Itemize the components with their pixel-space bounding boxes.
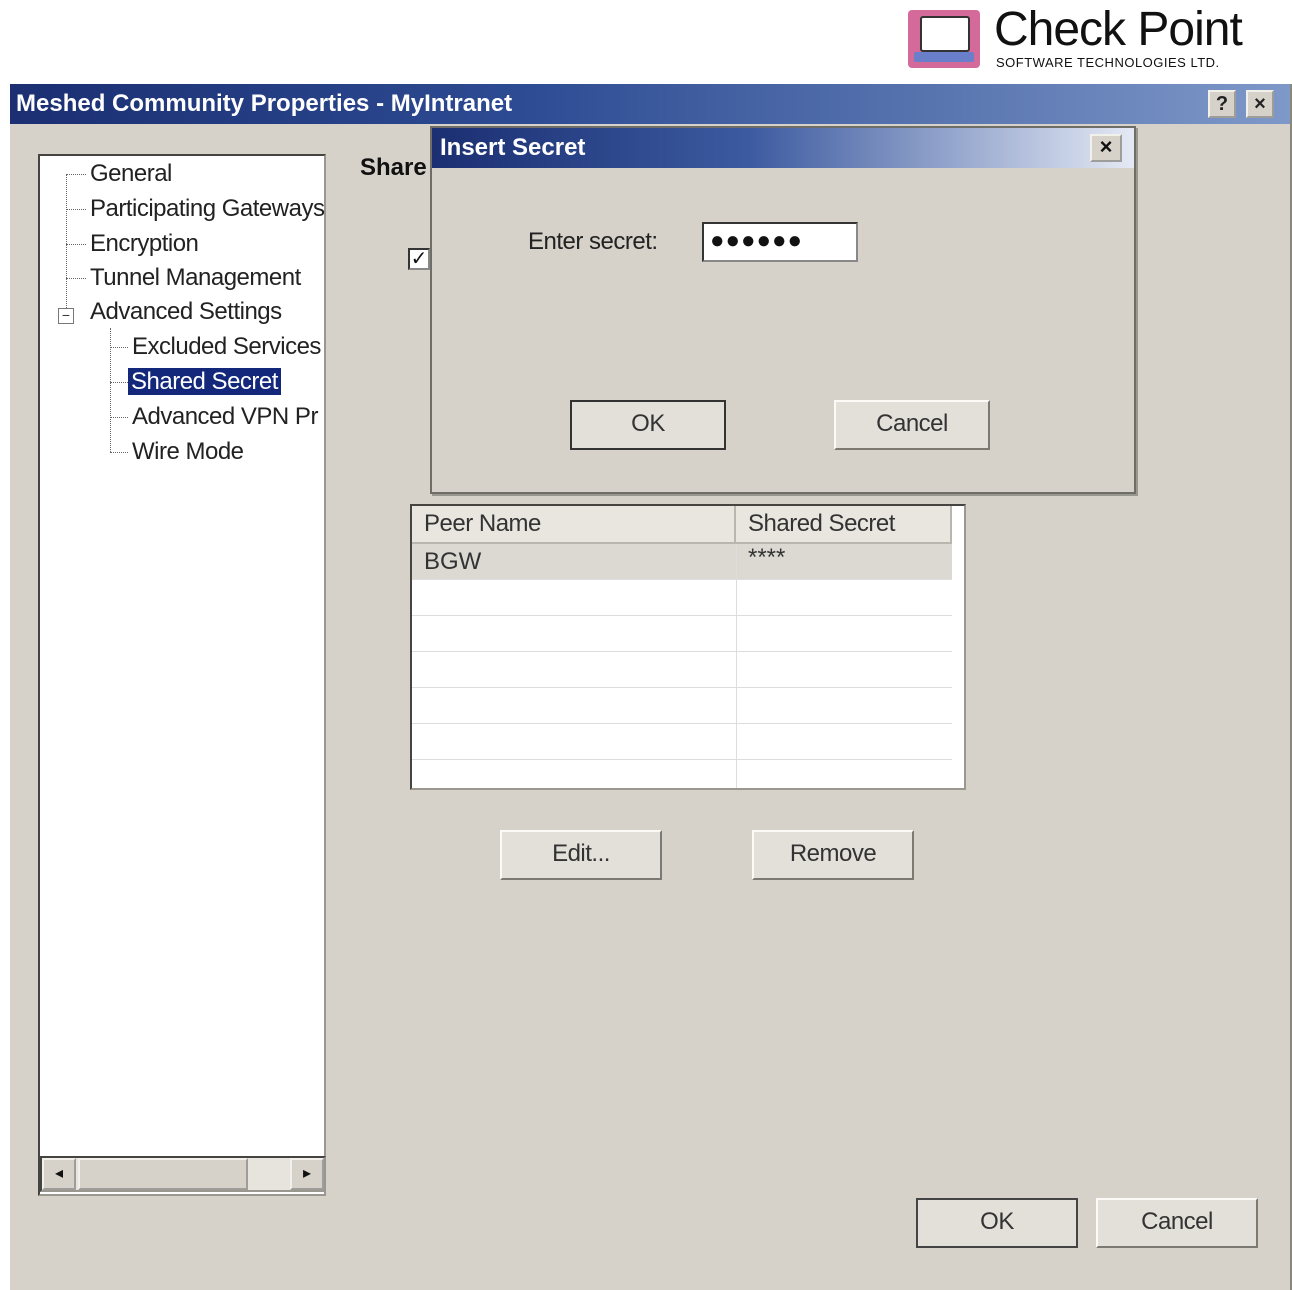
- column-header-shared-secret[interactable]: Shared Secret: [736, 506, 952, 544]
- dialog-title: Insert Secret: [440, 134, 586, 161]
- tree-item-label: Shared Secret: [128, 368, 281, 395]
- column-header-peer-name[interactable]: Peer Name: [412, 506, 736, 544]
- insert-secret-dialog: Insert Secret × Enter secret: ●●●●●● OK …: [430, 126, 1136, 494]
- scroll-left-icon[interactable]: ◂: [42, 1158, 76, 1190]
- edit-button[interactable]: Edit...: [500, 830, 662, 880]
- tree-horizontal-scrollbar[interactable]: ◂ ▸: [40, 1156, 326, 1192]
- peer-name-cell: BGW: [424, 548, 482, 575]
- scroll-thumb[interactable]: [78, 1158, 248, 1190]
- table-row-empty: [412, 580, 952, 616]
- section-heading: Share: [360, 154, 427, 181]
- settings-tree: General Participating Gateways Encryptio…: [38, 154, 326, 1196]
- table-row-empty: [412, 652, 952, 688]
- table-row-empty: [412, 760, 952, 796]
- remove-button[interactable]: Remove: [752, 830, 914, 880]
- help-button[interactable]: ?: [1208, 90, 1236, 118]
- brand-subtitle: SOFTWARE TECHNOLOGIES LTD.: [996, 55, 1220, 70]
- column-divider: [736, 544, 737, 788]
- cancel-button[interactable]: Cancel: [1096, 1198, 1258, 1248]
- table-row-empty: [412, 724, 952, 760]
- window-titlebar: Meshed Community Properties - MyIntranet…: [10, 84, 1290, 124]
- tree-item-shared-secret[interactable]: Shared Secret: [128, 368, 281, 396]
- peer-secret-table: Peer Name Shared Secret BGW ****: [410, 504, 966, 790]
- tree-item-general[interactable]: General: [90, 160, 172, 188]
- brand-name: Check Point: [994, 3, 1243, 56]
- window-close-button[interactable]: ×: [1246, 90, 1274, 118]
- secret-password-field[interactable]: ●●●●●●: [702, 222, 858, 262]
- scroll-right-icon[interactable]: ▸: [290, 1158, 324, 1190]
- dialog-cancel-button[interactable]: Cancel: [834, 400, 990, 450]
- table-row-empty: [412, 688, 952, 724]
- shared-secret-checkbox[interactable]: ✓: [408, 248, 430, 270]
- tree-item-encryption[interactable]: Encryption: [90, 230, 199, 258]
- tree-item-advanced-settings[interactable]: Advanced Settings: [90, 298, 282, 326]
- ok-button[interactable]: OK: [916, 1198, 1078, 1248]
- tree-item-excluded-services[interactable]: Excluded Services: [132, 333, 321, 361]
- check-point-logo-icon: [908, 10, 980, 68]
- collapse-icon[interactable]: −: [58, 308, 74, 324]
- meshed-community-properties-window: Meshed Community Properties - MyIntranet…: [10, 84, 1292, 1290]
- window-title: Meshed Community Properties - MyIntranet: [16, 90, 513, 117]
- tree-item-advanced-vpn-properties[interactable]: Advanced VPN Pr: [132, 403, 318, 431]
- dialog-close-button[interactable]: ×: [1090, 134, 1122, 162]
- tree-item-tunnel-management[interactable]: Tunnel Management: [90, 264, 301, 292]
- shared-secret-cell: ****: [748, 544, 786, 571]
- dialog-ok-button[interactable]: OK: [570, 400, 726, 450]
- tree-item-participating-gateways[interactable]: Participating Gateways: [90, 195, 325, 223]
- table-row-empty: [412, 616, 952, 652]
- table-row[interactable]: BGW ****: [412, 544, 952, 580]
- tree-item-wire-mode[interactable]: Wire Mode: [132, 438, 244, 466]
- dialog-titlebar: Insert Secret ×: [432, 128, 1134, 168]
- enter-secret-label: Enter secret:: [528, 228, 658, 255]
